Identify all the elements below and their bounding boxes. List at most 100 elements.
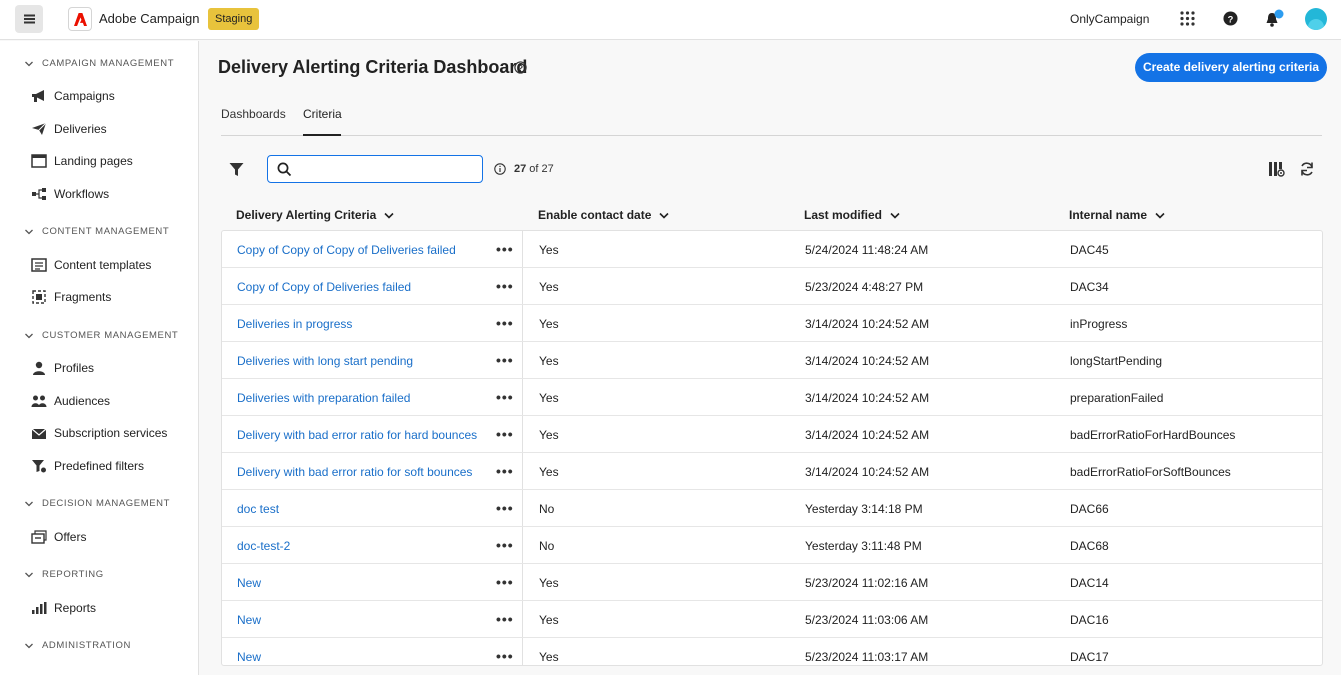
column-header-enable-contact-date[interactable]: Enable contact date xyxy=(538,208,669,222)
sidebar-item-workflows[interactable]: Workflows xyxy=(30,184,109,204)
table-row[interactable]: Delivery with bad error ratio for hard b… xyxy=(222,416,1322,453)
enable-contact-date-cell: No xyxy=(539,502,555,516)
more-actions-icon[interactable]: ••• xyxy=(496,500,514,516)
bar-chart-icon xyxy=(30,600,47,616)
column-header-criteria[interactable]: Delivery Alerting Criteria xyxy=(236,208,394,222)
more-actions-icon[interactable]: ••• xyxy=(496,426,514,442)
sidebar-section-campaign-management[interactable]: CAMPAIGN MANAGEMENT xyxy=(24,58,174,69)
help-circle-icon[interactable]: ? xyxy=(514,61,527,74)
sidebar-item-subscription-services[interactable]: Subscription services xyxy=(30,423,167,443)
help-icon[interactable]: ? xyxy=(1223,11,1238,26)
sidebar-item-predefined-filters[interactable]: Predefined filters xyxy=(30,456,144,476)
enable-contact-date-cell: Yes xyxy=(539,428,559,442)
column-header-internal-name[interactable]: Internal name xyxy=(1069,208,1165,222)
table-row[interactable]: Copy of Copy of Deliveries failed ••• Ye… xyxy=(222,268,1322,305)
sidebar-item-content-templates[interactable]: Content templates xyxy=(30,255,151,275)
more-actions-icon[interactable]: ••• xyxy=(496,463,514,479)
sidebar-item-fragments[interactable]: Fragments xyxy=(30,287,111,307)
criteria-name-link[interactable]: New xyxy=(237,650,261,664)
menu-toggle-button[interactable] xyxy=(15,5,43,33)
sidebar-section-administration[interactable]: ADMINISTRATION xyxy=(24,640,131,651)
sidebar-item-reports[interactable]: Reports xyxy=(30,598,96,618)
notifications-bell-icon[interactable] xyxy=(1265,9,1287,29)
svg-text:?: ? xyxy=(1228,14,1234,24)
criteria-name-link[interactable]: Delivery with bad error ratio for soft b… xyxy=(237,465,472,479)
more-actions-icon[interactable]: ••• xyxy=(496,537,514,553)
last-modified-cell: 5/24/2024 11:48:24 AM xyxy=(805,243,929,257)
app-switcher-icon[interactable] xyxy=(1180,11,1195,26)
table-row[interactable]: Delivery with bad error ratio for soft b… xyxy=(222,453,1322,490)
refresh-icon[interactable] xyxy=(1299,161,1315,177)
table-row[interactable]: Copy of Copy of Copy of Deliveries faile… xyxy=(222,231,1322,268)
last-modified-cell: 3/14/2024 10:24:52 AM xyxy=(805,428,930,442)
criteria-name-link[interactable]: Delivery with bad error ratio for hard b… xyxy=(237,428,477,442)
more-actions-icon[interactable]: ••• xyxy=(496,315,514,331)
criteria-table: Copy of Copy of Copy of Deliveries faile… xyxy=(221,230,1323,666)
search-field[interactable] xyxy=(267,155,483,183)
sidebar-section-decision-management[interactable]: DECISION MANAGEMENT xyxy=(24,498,170,509)
criteria-name-link[interactable]: New xyxy=(237,576,261,590)
more-actions-icon[interactable]: ••• xyxy=(496,611,514,627)
table-row[interactable]: doc-test-2 ••• No Yesterday 3:11:48 PM D… xyxy=(222,527,1322,564)
user-avatar[interactable] xyxy=(1305,8,1327,30)
more-actions-icon[interactable]: ••• xyxy=(496,241,514,257)
column-settings-icon[interactable] xyxy=(1268,161,1285,177)
enable-contact-date-cell: Yes xyxy=(539,391,559,405)
user-icon xyxy=(30,360,47,376)
sidebar-section-content-management[interactable]: CONTENT MANAGEMENT xyxy=(24,226,169,237)
more-actions-icon[interactable]: ••• xyxy=(496,648,514,664)
adobe-logo[interactable] xyxy=(68,7,92,31)
criteria-name-link[interactable]: doc-test-2 xyxy=(237,539,290,553)
tab-dashboards[interactable]: Dashboards xyxy=(221,107,286,136)
sidebar-item-deliveries[interactable]: Deliveries xyxy=(30,119,107,139)
chevron-down-icon xyxy=(384,212,394,219)
sidebar-item-campaigns[interactable]: Campaigns xyxy=(30,86,115,106)
table-row[interactable]: New ••• Yes 5/23/2024 11:02:16 AM DAC14 xyxy=(222,564,1322,601)
sidebar-item-landing-pages[interactable]: Landing pages xyxy=(30,151,133,171)
criteria-name-link[interactable]: Copy of Copy of Copy of Deliveries faile… xyxy=(237,243,456,257)
criteria-name-link[interactable]: Deliveries with long start pending xyxy=(237,354,413,368)
last-modified-cell: Yesterday 3:11:48 PM xyxy=(805,539,922,553)
offer-icon xyxy=(30,529,47,545)
internal-name-cell: DAC45 xyxy=(1070,243,1109,257)
filter-icon[interactable] xyxy=(229,162,244,177)
table-row[interactable]: Deliveries in progress ••• Yes 3/14/2024… xyxy=(222,305,1322,342)
sidebar-item-profiles[interactable]: Profiles xyxy=(30,358,94,378)
last-modified-cell: 3/14/2024 10:24:52 AM xyxy=(805,317,930,331)
table-row[interactable]: New ••• Yes 5/23/2024 11:03:06 AM DAC16 xyxy=(222,601,1322,638)
create-criteria-button[interactable]: Create delivery alerting criteria xyxy=(1135,53,1327,82)
criteria-name-link[interactable]: doc test xyxy=(237,502,279,516)
environment-badge: Staging xyxy=(208,8,260,30)
sidebar-item-audiences[interactable]: Audiences xyxy=(30,391,110,411)
adobe-icon xyxy=(74,13,87,26)
table-row[interactable]: Deliveries with long start pending ••• Y… xyxy=(222,342,1322,379)
more-actions-icon[interactable]: ••• xyxy=(496,574,514,590)
tab-criteria[interactable]: Criteria xyxy=(303,107,342,136)
criteria-name-link[interactable]: Copy of Copy of Deliveries failed xyxy=(237,280,411,294)
last-modified-cell: Yesterday 3:14:18 PM xyxy=(805,502,923,516)
more-actions-icon[interactable]: ••• xyxy=(496,352,514,368)
org-switcher[interactable]: OnlyCampaign xyxy=(1070,12,1149,26)
table-header: Delivery Alerting Criteria Enable contac… xyxy=(221,205,1323,227)
search-input[interactable] xyxy=(298,159,478,179)
last-modified-cell: 3/14/2024 10:24:52 AM xyxy=(805,465,930,479)
megaphone-icon xyxy=(30,88,47,104)
table-row[interactable]: New ••• Yes 5/23/2024 11:03:17 AM DAC17 xyxy=(222,638,1322,665)
column-header-last-modified[interactable]: Last modified xyxy=(804,208,900,222)
more-actions-icon[interactable]: ••• xyxy=(496,278,514,294)
sidebar-item-offers[interactable]: Offers xyxy=(30,527,86,547)
internal-name-cell: longStartPending xyxy=(1070,354,1163,368)
internal-name-cell: preparationFailed xyxy=(1070,391,1164,405)
internal-name-cell: DAC34 xyxy=(1070,280,1109,294)
enable-contact-date-cell: Yes xyxy=(539,243,559,257)
criteria-name-link[interactable]: Deliveries in progress xyxy=(237,317,352,331)
table-row[interactable]: Deliveries with preparation failed ••• Y… xyxy=(222,379,1322,416)
criteria-name-link[interactable]: Deliveries with preparation failed xyxy=(237,391,410,405)
sidebar-section-customer-management[interactable]: CUSTOMER MANAGEMENT xyxy=(24,330,178,341)
more-actions-icon[interactable]: ••• xyxy=(496,389,514,405)
sidebar-section-reporting[interactable]: REPORTING xyxy=(24,569,104,580)
last-modified-cell: 3/14/2024 10:24:52 AM xyxy=(805,391,930,405)
table-row[interactable]: doc test ••• No Yesterday 3:14:18 PM DAC… xyxy=(222,490,1322,527)
enable-contact-date-cell: Yes xyxy=(539,317,559,331)
criteria-name-link[interactable]: New xyxy=(237,613,261,627)
